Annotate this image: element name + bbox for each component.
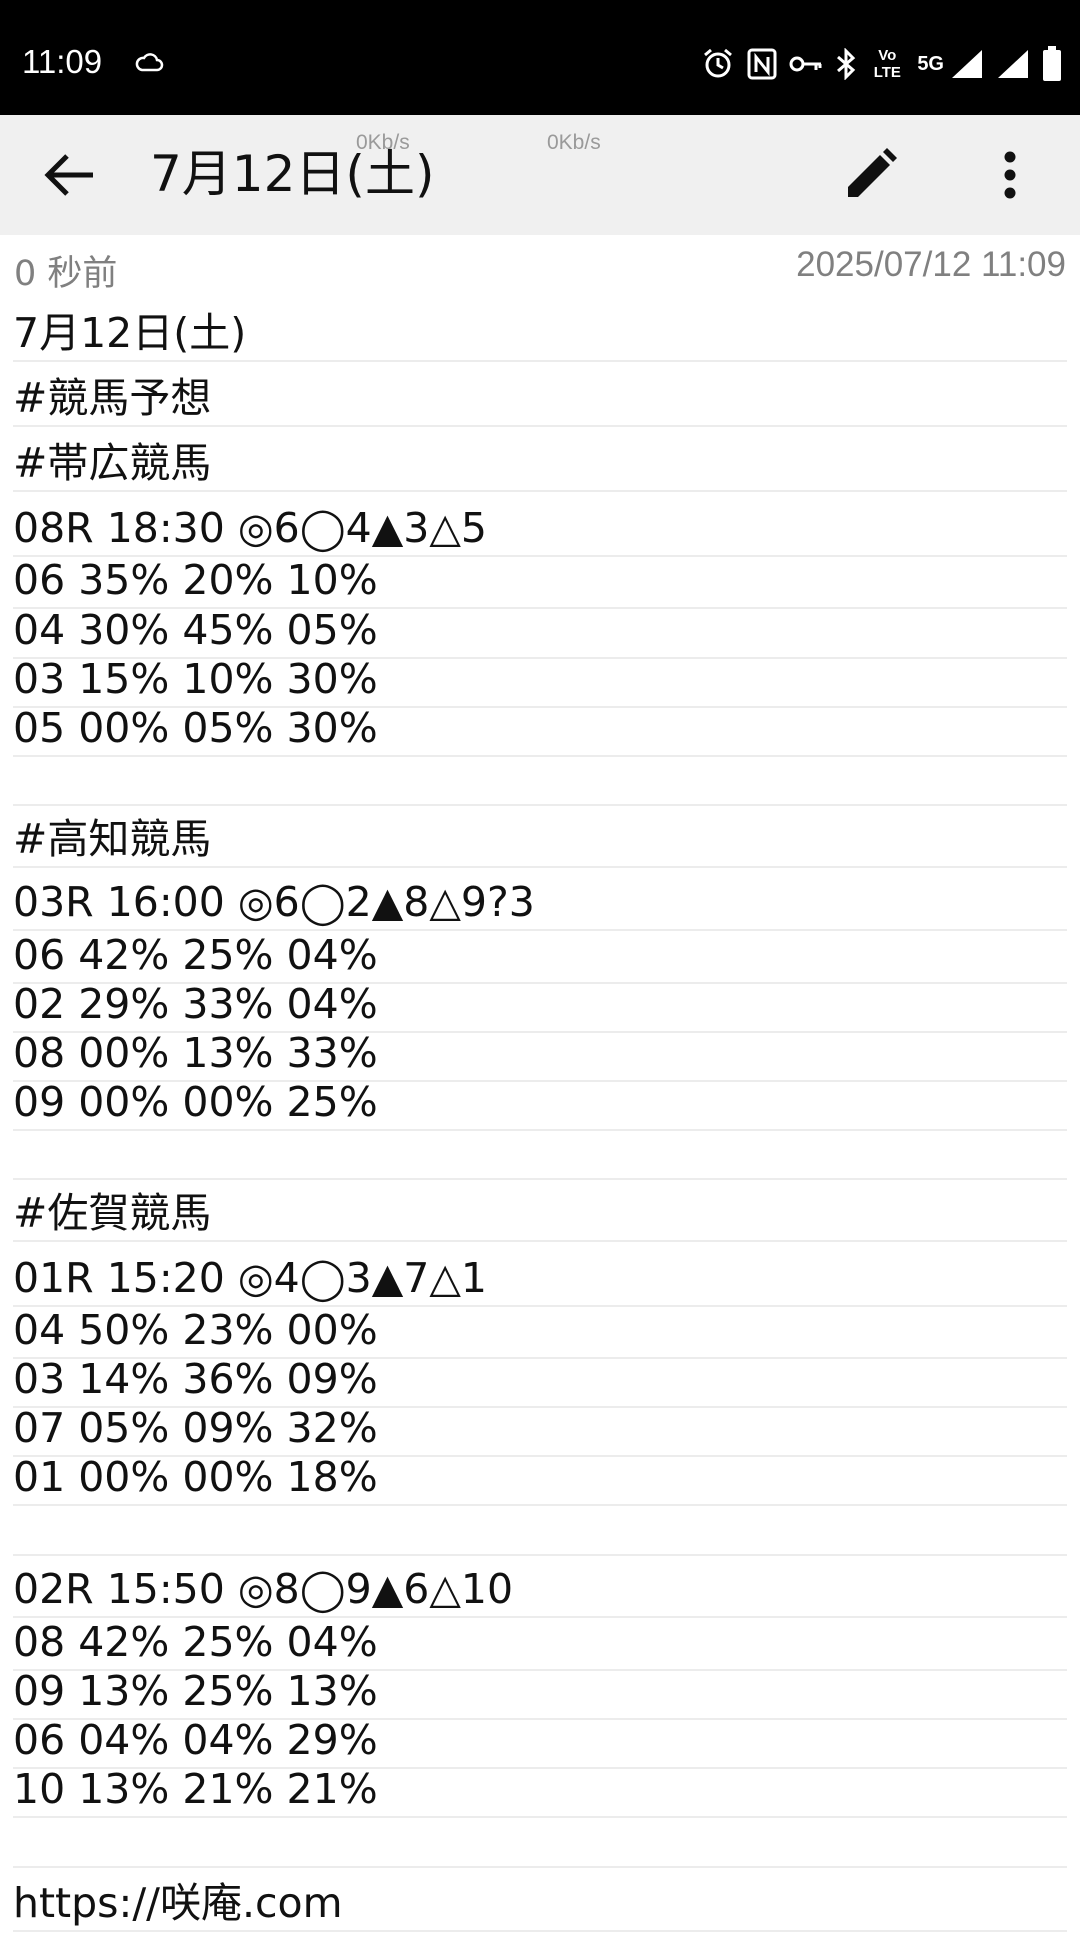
- nfc-icon: [747, 48, 777, 80]
- note-line-text: #高知競馬: [13, 815, 212, 863]
- note-line: 7月12日(土): [13, 300, 1067, 362]
- note-line: 01R 15:20 ◎4◯3▲7△1: [13, 1240, 1067, 1307]
- note-line: 07 05% 09% 32%: [13, 1404, 1067, 1457]
- pencil-icon: [848, 148, 897, 197]
- note-line-text: #競馬予想: [13, 374, 212, 422]
- signal-icon-1: [950, 48, 984, 80]
- volte-icon: Vo LTE: [873, 47, 901, 81]
- note-line-text: #佐賀競馬: [13, 1189, 212, 1237]
- note-line: 08 42% 25% 04%: [13, 1616, 1067, 1671]
- note-line-text: 01R 15:20 ◎4◯3▲7△1: [13, 1254, 487, 1302]
- arrow-back-icon: [44, 154, 93, 196]
- note-line: 09 00% 00% 25%: [13, 1078, 1067, 1131]
- note-line-text: 04 50% 23% 00%: [13, 1306, 378, 1354]
- note-line: [13, 1129, 1067, 1180]
- net-speed-indicator: 0Kb/s: [356, 131, 410, 154]
- note-line: https://咲庵.com: [13, 1866, 1067, 1932]
- note-line: 02 29% 33% 04%: [13, 980, 1067, 1033]
- status-bar: 11:09 Vo LTE 5G: [0, 0, 1080, 115]
- note-line-text: 02R 15:50 ◎8◯9▲6△10: [13, 1565, 514, 1613]
- note-line-text: 06 42% 25% 04%: [13, 931, 378, 979]
- more-vert-icon: [1004, 151, 1016, 199]
- note-line: 06 42% 25% 04%: [13, 929, 1067, 984]
- note-line-text: 01 00% 00% 18%: [13, 1453, 378, 1501]
- cloud-sync-icon: [134, 50, 164, 78]
- note-line: 03 15% 10% 30%: [13, 655, 1067, 708]
- note-line: 08 00% 13% 33%: [13, 1029, 1067, 1082]
- note-timestamp: 2025/07/12 11:09: [796, 245, 1066, 284]
- more-options-button[interactable]: [980, 145, 1040, 205]
- note-line-text: 7月12日(土): [13, 309, 247, 357]
- note-line-text: 03 15% 10% 30%: [13, 655, 378, 703]
- note-line: 01 00% 00% 18%: [13, 1453, 1067, 1506]
- note-line: 04 50% 23% 00%: [13, 1305, 1067, 1359]
- note-line-text: 10 13% 21% 21%: [13, 1765, 378, 1813]
- note-line-text: https://咲庵.com: [13, 1879, 343, 1927]
- note-line-text: 09 13% 25% 13%: [13, 1667, 378, 1715]
- note-line: 02R 15:50 ◎8◯9▲6△10: [13, 1554, 1067, 1618]
- note-line-text: 02 29% 33% 04%: [13, 980, 378, 1028]
- note-line: 09 13% 25% 13%: [13, 1667, 1067, 1720]
- note-line: 08R 18:30 ◎6◯4▲3△5: [13, 490, 1067, 557]
- note-line-text: #帯広競馬: [13, 439, 212, 487]
- network-type: 5G: [917, 52, 944, 75]
- note-line: #帯広競馬: [13, 425, 1067, 492]
- note-line-text: 09 00% 00% 25%: [13, 1078, 378, 1126]
- note-line: #競馬予想: [13, 360, 1067, 427]
- note-line: [13, 1504, 1067, 1556]
- note-line-text: 08R 18:30 ◎6◯4▲3△5: [13, 504, 487, 552]
- note-line-text: 05 00% 05% 30%: [13, 704, 378, 752]
- note-line: #高知競馬: [13, 804, 1067, 868]
- note-line-text: 08 42% 25% 04%: [13, 1618, 378, 1666]
- app-bar: 7月12日(土) 0Kb/s 0Kb/s: [0, 115, 1080, 235]
- note-line-text: 06 04% 04% 29%: [13, 1716, 378, 1764]
- note-line: 06 35% 20% 10%: [13, 555, 1067, 609]
- note-line: 04 30% 45% 05%: [13, 607, 1067, 659]
- note-line-text: 03 14% 36% 09%: [13, 1355, 378, 1403]
- note-line: [13, 1816, 1067, 1868]
- relative-time: 0 秒前: [14, 254, 118, 294]
- edit-button[interactable]: [835, 145, 905, 205]
- note-line-text: 08 00% 13% 33%: [13, 1029, 378, 1077]
- alarm-icon: [701, 47, 735, 81]
- bluetooth-icon: [835, 48, 857, 80]
- note-line: #佐賀競馬: [13, 1178, 1067, 1242]
- status-time: 11:09: [22, 43, 103, 80]
- note-line: 03R 16:00 ◎6◯2▲8△9?3: [13, 866, 1067, 931]
- status-icons: Vo LTE 5G: [701, 44, 1062, 84]
- note-line: 03 14% 36% 09%: [13, 1355, 1067, 1408]
- note-line-text: 04 30% 45% 05%: [13, 606, 378, 654]
- back-button[interactable]: [34, 145, 104, 205]
- note-line: [13, 755, 1067, 806]
- note-line-text: 07 05% 09% 32%: [13, 1404, 378, 1452]
- vpn-key-icon: [789, 53, 823, 75]
- signal-icon-2: [996, 48, 1030, 80]
- note-line: 05 00% 05% 30%: [13, 704, 1067, 757]
- note-line-text: 06 35% 20% 10%: [13, 556, 378, 604]
- note-line-text: 03R 16:00 ◎6◯2▲8△9?3: [13, 878, 535, 926]
- note-line: 06 04% 04% 29%: [13, 1716, 1067, 1769]
- net-speed-indicator-2: 0Kb/s: [547, 131, 601, 154]
- note-line: 10 13% 21% 21%: [13, 1765, 1067, 1818]
- battery-icon: [1042, 46, 1062, 82]
